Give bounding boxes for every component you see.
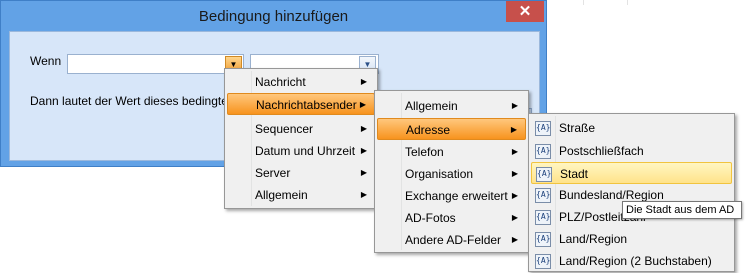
- submenu-arrow-icon: ▶: [360, 190, 367, 199]
- menu-item-postschliessfach[interactable]: {A} Postschließfach: [531, 140, 732, 162]
- submenu-arrow-icon: ▶: [511, 213, 518, 222]
- menu-item-label: Land/Region (2 Buchstaben): [559, 254, 712, 268]
- submenu-arrow-icon: ▶: [359, 100, 366, 109]
- menu-item-label: Telefon: [405, 145, 444, 159]
- dann-label: Dann lautet der Wert dieses bedingten Fe: [30, 94, 236, 108]
- submenu-arrow-icon: ▶: [360, 168, 367, 177]
- close-button[interactable]: ✕: [506, 1, 544, 22]
- tooltip: Die Stadt aus dem AD: [622, 201, 742, 219]
- menu-item-server[interactable]: Server ▶: [227, 162, 375, 184]
- submenu-arrow-icon: ▶: [510, 125, 517, 134]
- submenu-arrow-icon: ▶: [511, 191, 518, 200]
- menu-item-label: Stadt: [560, 167, 589, 181]
- menu-item-label: Bundesland/Region: [559, 188, 664, 202]
- menu-item-label: Server: [255, 166, 291, 180]
- menu-item-organisation[interactable]: Organisation ▶: [377, 163, 526, 185]
- submenu-arrow-icon: ▶: [511, 147, 518, 156]
- dialog-title: Bedingung hinzufügen: [198, 8, 349, 25]
- context-menu-categories: Nachricht ▶ Nachrichtabsender ▶ Sequence…: [224, 68, 378, 209]
- menu-item-label: Exchange erweitert: [405, 189, 508, 203]
- variable-icon: {A}: [535, 232, 551, 247]
- menu-item-label: Organisation: [405, 167, 474, 181]
- menu-item-allgemein[interactable]: Allgemein ▶: [377, 95, 526, 117]
- variable-icon: {A}: [536, 167, 552, 182]
- menu-item-land-region[interactable]: {A} Land/Region: [531, 228, 732, 250]
- menu-item-label: Adresse: [406, 123, 451, 137]
- menu-item-label: Nachricht: [255, 75, 306, 89]
- menu-item-exchange-erweitert[interactable]: Exchange erweitert ▶: [377, 185, 526, 207]
- menu-item-label: Nachrichtabsender: [256, 98, 357, 112]
- submenu-arrow-icon: ▶: [360, 77, 367, 86]
- variable-icon: {A}: [535, 254, 551, 269]
- menu-item-stadt[interactable]: {A} Stadt: [531, 162, 732, 184]
- submenu-arrow-icon: ▶: [360, 146, 367, 155]
- menu-item-strasse[interactable]: {A} Straße: [531, 117, 732, 139]
- menu-item-label: Sequencer: [255, 122, 314, 136]
- menu-item-label: Land/Region: [559, 232, 628, 246]
- menu-item-label: Datum und Uhrzeit: [255, 144, 356, 158]
- menu-item-allgemein[interactable]: Allgemein ▶: [227, 184, 375, 206]
- menu-item-label: Postschließfach: [559, 144, 644, 158]
- menu-item-andere-ad-felder[interactable]: Andere AD-Felder ▶: [377, 229, 526, 251]
- menu-item-label: Andere AD-Felder: [405, 233, 502, 247]
- menu-item-nachricht[interactable]: Nachricht ▶: [227, 71, 375, 93]
- menu-item-label: Allgemein: [255, 188, 308, 202]
- context-menu-absender: Allgemein ▶ Adresse ▶ Telefon ▶ Organisa…: [374, 90, 529, 253]
- variable-icon: {A}: [535, 144, 551, 159]
- field-select[interactable]: [67, 54, 244, 74]
- menu-item-ad-fotos[interactable]: AD-Fotos ▶: [377, 207, 526, 229]
- menu-item-sequencer[interactable]: Sequencer ▶: [227, 118, 375, 140]
- variable-icon: {A}: [535, 188, 551, 203]
- submenu-arrow-icon: ▶: [511, 101, 518, 110]
- menu-item-label: AD-Fotos: [405, 211, 456, 225]
- submenu-arrow-icon: ▶: [360, 124, 367, 133]
- context-menu-adresse: {A} Straße {A} Postschließfach {A} Stadt…: [528, 113, 735, 272]
- variable-icon: {A}: [535, 210, 551, 225]
- variable-icon: {A}: [535, 121, 551, 136]
- menu-item-telefon[interactable]: Telefon ▶: [377, 141, 526, 163]
- close-icon: ✕: [518, 3, 532, 20]
- menu-item-nachrichtabsender[interactable]: Nachrichtabsender ▶: [227, 93, 375, 115]
- menu-item-adresse[interactable]: Adresse ▶: [377, 118, 526, 140]
- menu-item-label: Straße: [559, 121, 596, 135]
- background-divider: [627, 0, 628, 5]
- title-bar[interactable]: Bedingung hinzufügen ✕: [1, 1, 546, 31]
- menu-item-datum-uhrzeit[interactable]: Datum und Uhrzeit ▶: [227, 140, 375, 162]
- menu-item-land-region-2[interactable]: {A} Land/Region (2 Buchstaben): [531, 250, 732, 272]
- submenu-arrow-icon: ▶: [511, 169, 518, 178]
- wenn-label: Wenn: [30, 54, 62, 68]
- submenu-arrow-icon: ▶: [511, 235, 518, 244]
- background-divider: [583, 0, 584, 5]
- menu-item-label: Allgemein: [405, 99, 458, 113]
